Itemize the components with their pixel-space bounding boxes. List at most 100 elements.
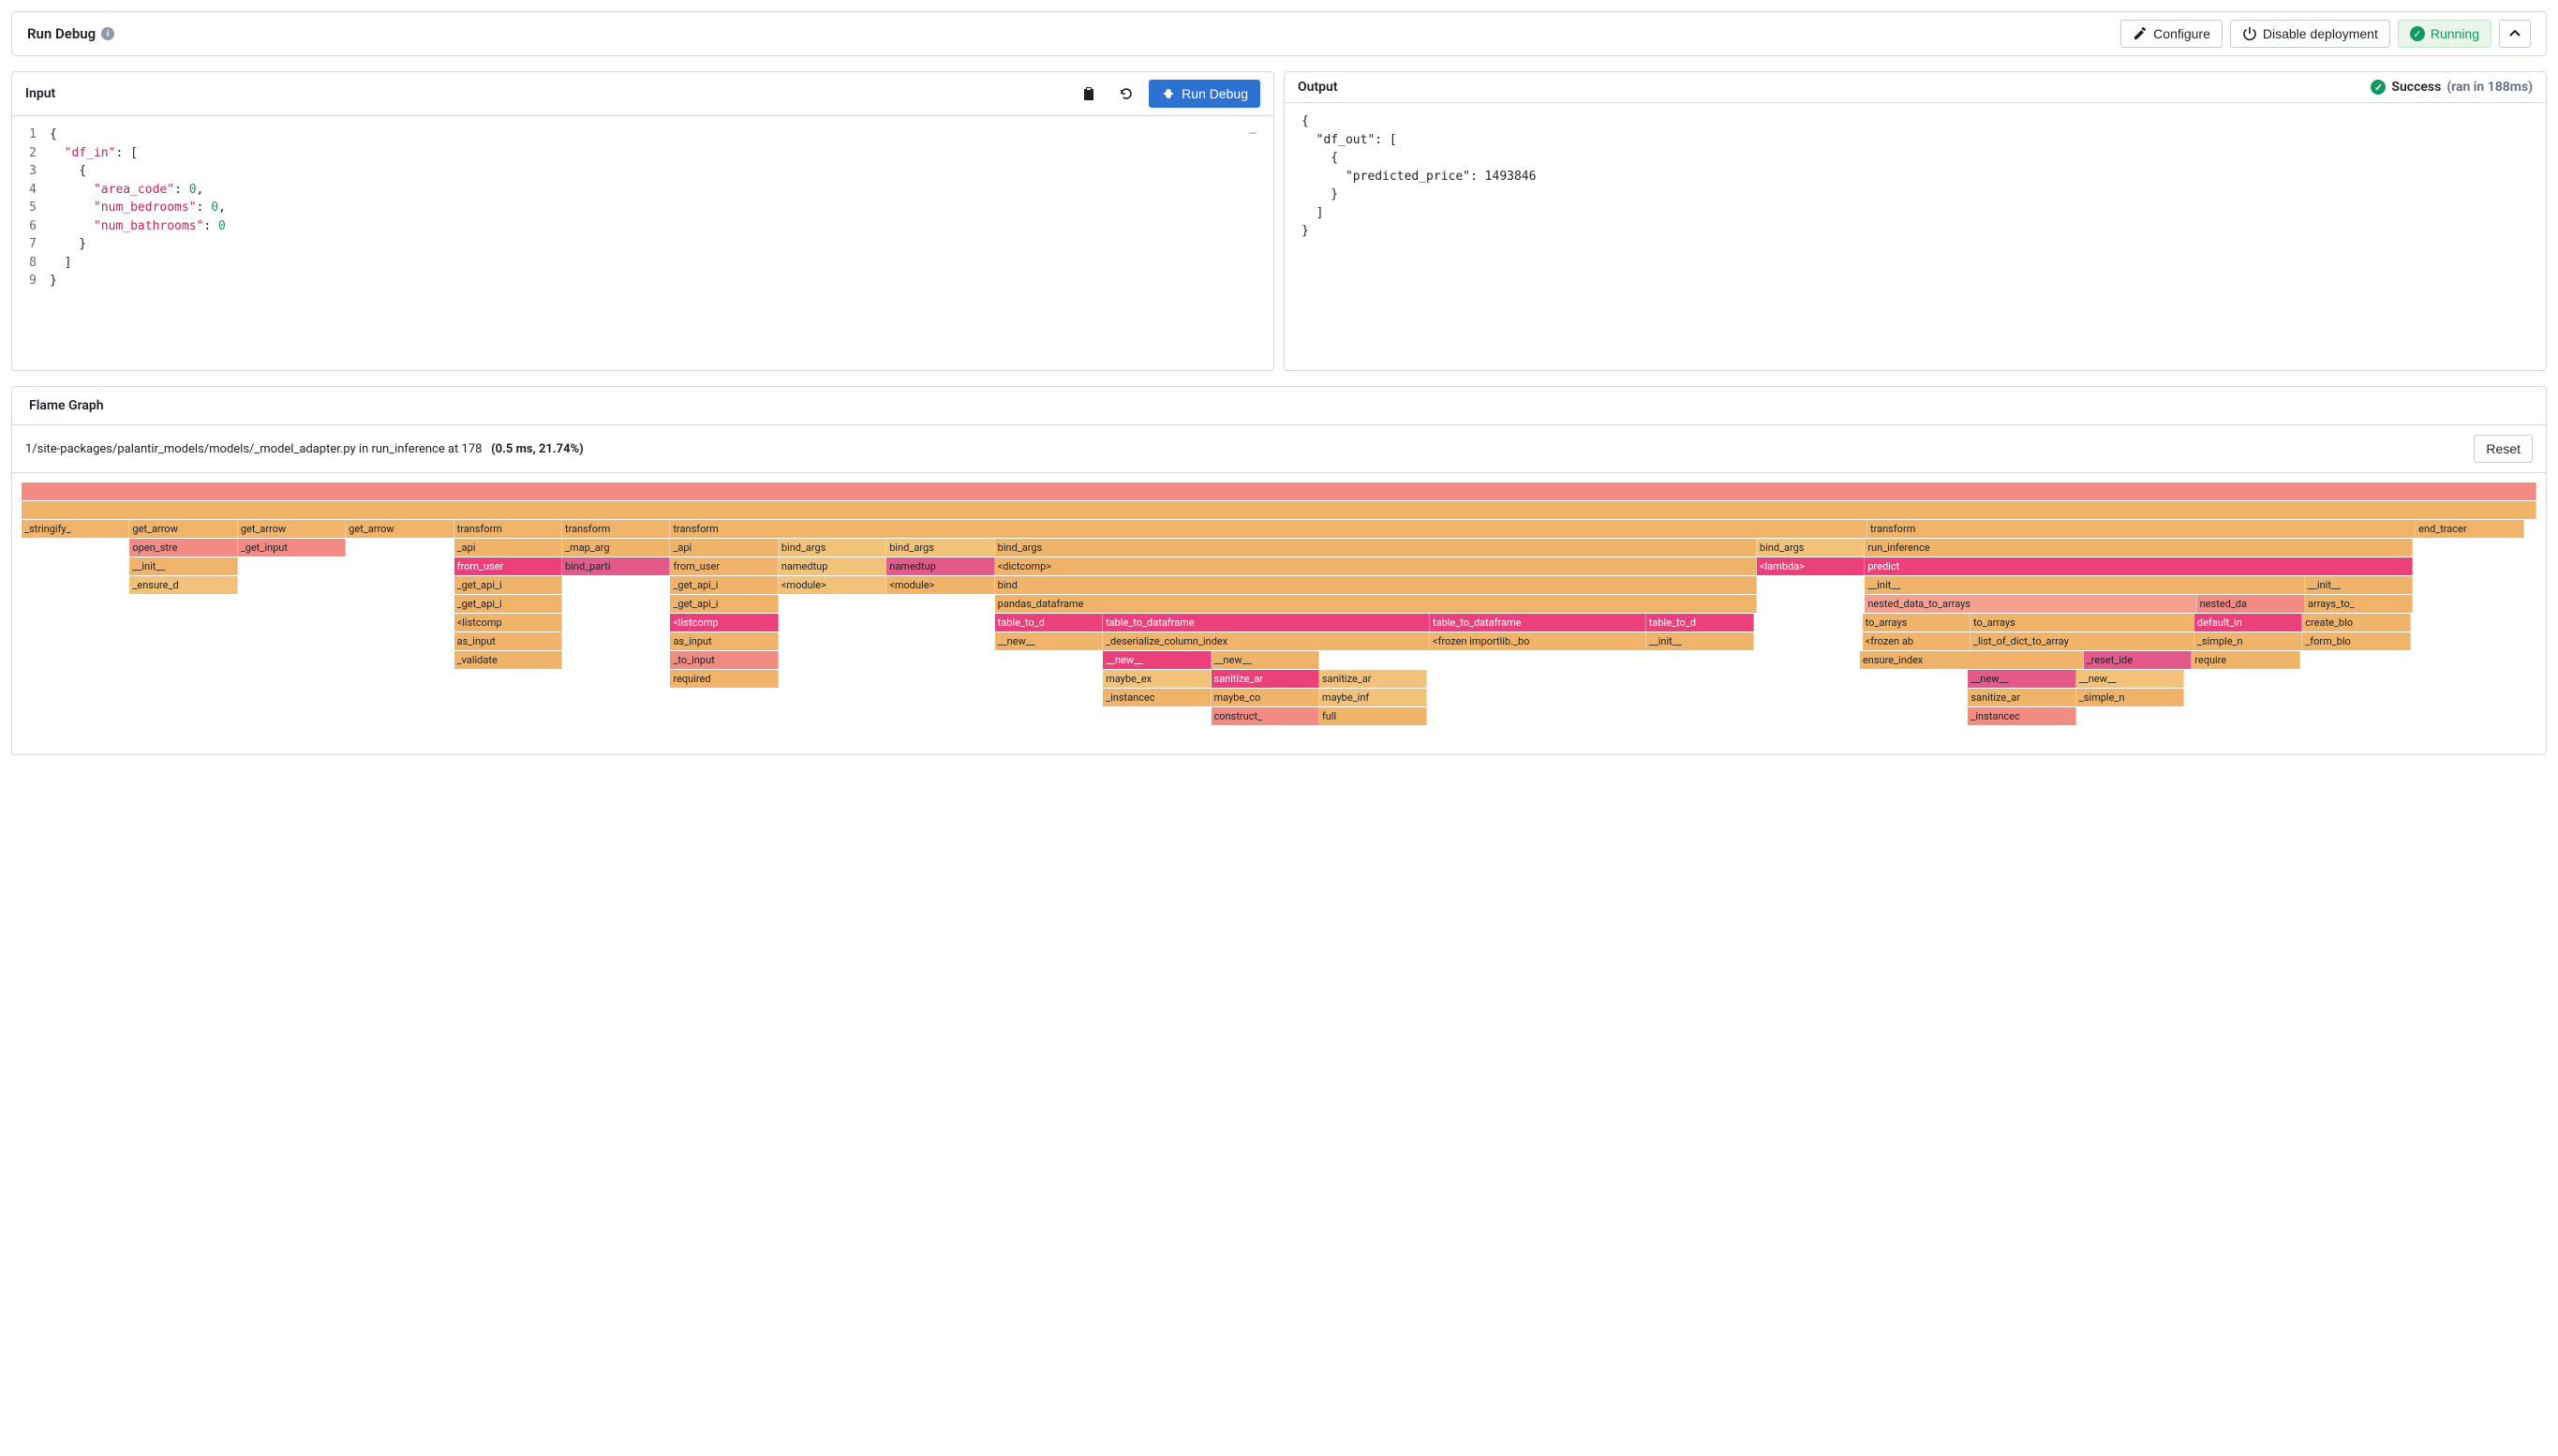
flame-segment[interactable]: table_to_d: [1646, 614, 1754, 631]
fold-icon[interactable]: —: [1238, 124, 1268, 143]
flame-segment[interactable]: _list_of_dict_to_array: [1971, 632, 2194, 650]
flame-segment[interactable]: _get_api_i: [670, 576, 778, 594]
flame-segment[interactable]: get_arrow: [238, 520, 346, 538]
flame-segment[interactable]: nested_data_to_arrays: [1865, 595, 2196, 613]
flame-segment[interactable]: run_inference: [1865, 539, 2413, 557]
flame-segment[interactable]: get_arrow: [346, 520, 454, 538]
flame-segment[interactable]: _simple_n: [2194, 632, 2302, 650]
flame-segment[interactable]: _get_input: [238, 539, 346, 557]
flame-segment[interactable]: _simple_n: [2076, 689, 2184, 706]
flame-segment[interactable]: ensure_index: [1860, 651, 2084, 669]
flame-segment[interactable]: full: [1319, 707, 1427, 725]
flame-segment[interactable]: _stringify_: [22, 520, 129, 538]
flame-segment[interactable]: bind_args: [779, 539, 886, 557]
flame-segment[interactable]: transform: [562, 520, 670, 538]
flame-segment[interactable]: open_stre: [129, 539, 237, 557]
flame-segment[interactable]: bind_args: [1757, 539, 1865, 557]
flame-segment[interactable]: <module>: [779, 576, 886, 594]
flame-segment[interactable]: [22, 483, 2536, 500]
flame-segment[interactable]: _map_arg: [562, 539, 670, 557]
flame-segment[interactable]: _instancec: [1968, 707, 2075, 725]
running-status-button[interactable]: ✓ Running: [2398, 20, 2491, 48]
flame-reset-button[interactable]: Reset: [2474, 435, 2533, 463]
flame-segment[interactable]: maybe_inf: [1319, 689, 1427, 706]
flame-segment[interactable]: __init__: [129, 557, 237, 575]
flame-segment[interactable]: get_arrow: [129, 520, 237, 538]
flame-segment[interactable]: [22, 501, 2536, 519]
flame-segment[interactable]: __new__: [1212, 651, 1319, 669]
flame-segment[interactable]: _get_api_i: [454, 595, 562, 613]
run-debug-button[interactable]: Run Debug: [1149, 80, 1260, 108]
flame-segment[interactable]: <listcomp: [454, 614, 562, 631]
flame-segment[interactable]: sanitize_ar: [1212, 670, 1319, 688]
flame-segment[interactable]: from_user: [670, 557, 778, 575]
flame-segment[interactable]: maybe_ex: [1103, 670, 1211, 688]
flame-segment[interactable]: from_user: [454, 557, 562, 575]
flame-segment[interactable]: namedtup: [779, 557, 886, 575]
flame-segment[interactable]: <frozen importlib._bo: [1430, 632, 1646, 650]
flame-segment[interactable]: _to_input: [670, 651, 778, 669]
flame-segment[interactable]: _reset_ide: [2084, 651, 2192, 669]
flame-segment[interactable]: pandas_dataframe: [995, 595, 1757, 613]
flame-segment[interactable]: as_input: [454, 632, 562, 650]
flame-segment[interactable]: __init__: [1865, 576, 2305, 594]
flame-segment[interactable]: __new__: [995, 632, 1103, 650]
flame-segment[interactable]: __init__: [2305, 576, 2413, 594]
flame-segment[interactable]: <dictcomp>: [995, 557, 1757, 575]
flame-segment: [562, 651, 670, 669]
flame-segment[interactable]: sanitize_ar: [1968, 689, 2075, 706]
flame-segment[interactable]: construct_: [1212, 707, 1319, 725]
disable-deployment-button[interactable]: Disable deployment: [2230, 20, 2390, 48]
flame-segment[interactable]: create_blo: [2302, 614, 2410, 631]
flame-segment[interactable]: <frozen ab: [1863, 632, 1971, 650]
flame-segment[interactable]: _validate: [454, 651, 562, 669]
flame-segment[interactable]: _api: [670, 539, 778, 557]
flame-segment[interactable]: predict: [1865, 557, 2413, 575]
flame-segment[interactable]: namedtup: [886, 557, 994, 575]
flame-segment[interactable]: _get_api_i: [454, 576, 562, 594]
flame-segment[interactable]: bind_parti: [562, 557, 670, 575]
flame-segment[interactable]: end_tracer: [2416, 520, 2523, 538]
flame-segment[interactable]: <listcomp: [670, 614, 778, 631]
flame-segment[interactable]: table_to_dataframe: [1430, 614, 1646, 631]
flame-segment[interactable]: table_to_dataframe: [1103, 614, 1430, 631]
reset-input-button[interactable]: [1111, 81, 1141, 107]
configure-button[interactable]: Configure: [2120, 20, 2223, 48]
input-editor[interactable]: — 1{ 2 "df_in": [ 3 { 4 "area_code": 0, …: [12, 116, 1273, 370]
flame-segment: [22, 576, 129, 594]
flame-segment[interactable]: sanitize_ar: [1319, 670, 1427, 688]
flame-segment[interactable]: <module>: [886, 576, 994, 594]
flame-segment[interactable]: to_arrays: [1863, 614, 1971, 631]
clipboard-button[interactable]: [1074, 81, 1104, 107]
flame-segment[interactable]: <lambda>: [1757, 557, 1865, 575]
flame-segment[interactable]: bind_args: [995, 539, 1757, 557]
collapse-button[interactable]: [2499, 20, 2531, 48]
flame-segment[interactable]: transform: [1867, 520, 2416, 538]
flame-segment[interactable]: as_input: [670, 632, 778, 650]
flame-segment[interactable]: nested_da: [2197, 595, 2305, 613]
flame-segment[interactable]: __init__: [1646, 632, 1754, 650]
flame-segment[interactable]: to_arrays: [1971, 614, 2194, 631]
flame-segment: [779, 632, 995, 650]
flame-segment[interactable]: bind_args: [886, 539, 994, 557]
flame-segment[interactable]: transform: [670, 520, 1867, 538]
flame-segment[interactable]: required: [670, 670, 778, 688]
flame-segment[interactable]: __new__: [2076, 670, 2184, 688]
info-icon[interactable]: i: [101, 27, 114, 40]
flame-segment[interactable]: default_in: [2194, 614, 2302, 631]
flame-segment[interactable]: arrays_to_: [2305, 595, 2413, 613]
flame-segment[interactable]: require: [2192, 651, 2299, 669]
flame-segment[interactable]: _ensure_d: [129, 576, 237, 594]
flame-segment[interactable]: _form_blo: [2302, 632, 2410, 650]
flame-segment[interactable]: _instancec: [1103, 689, 1211, 706]
flame-segment[interactable]: bind: [995, 576, 1757, 594]
flame-segment[interactable]: maybe_co: [1212, 689, 1319, 706]
flame-segment[interactable]: _get_api_i: [670, 595, 778, 613]
flame-segment[interactable]: transform: [454, 520, 562, 538]
flame-graph[interactable]: _stringify_get_arrowget_arrowget_arrowtr…: [12, 473, 2546, 754]
flame-segment[interactable]: _api: [454, 539, 562, 557]
flame-segment[interactable]: __new__: [1103, 651, 1211, 669]
flame-segment[interactable]: table_to_d: [995, 614, 1103, 631]
flame-segment[interactable]: __new__: [1968, 670, 2075, 688]
flame-segment[interactable]: _deserialize_column_index: [1103, 632, 1430, 650]
